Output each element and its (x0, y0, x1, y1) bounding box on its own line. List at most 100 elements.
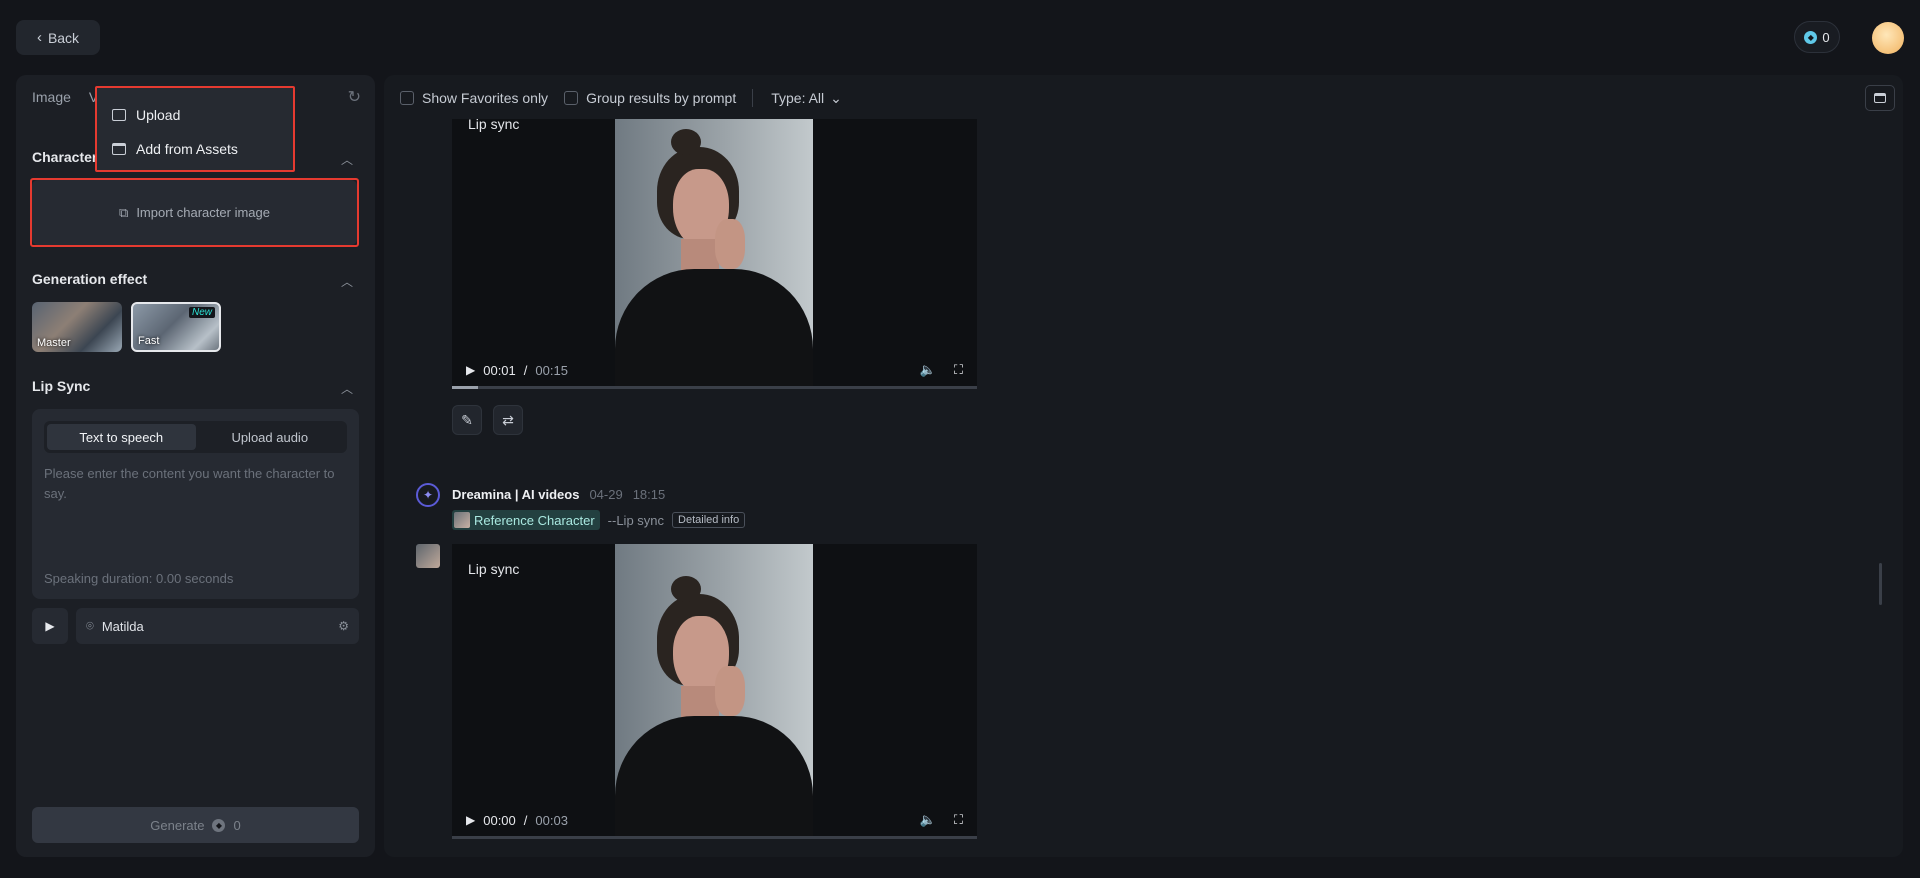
voice-icon: ⌾ (86, 618, 94, 633)
author-name: Dreamina | AI videos (452, 487, 580, 502)
left-panel: Image V ↻ Character ︿ ⧉ Import character… (16, 75, 375, 857)
speaking-duration: Speaking duration: 0.00 seconds (44, 571, 234, 586)
fullscreen-icon[interactable]: ⛶ (954, 812, 963, 828)
refresh-icon[interactable]: ↻ (348, 87, 361, 107)
time-separator: / (523, 812, 528, 828)
result-date: 04-29 (589, 487, 623, 502)
generate-button[interactable]: Generate ◆ 0 (32, 807, 359, 843)
speech-text-input[interactable]: Please enter the content you want the ch… (44, 464, 347, 504)
import-character-label: Import character image (136, 205, 270, 220)
effect-option-master[interactable]: Master (32, 302, 122, 352)
back-button[interactable]: ‹ Back (16, 20, 100, 55)
volume-icon[interactable]: 🔈 (920, 362, 936, 378)
lip-sync-title: Lip Sync (32, 378, 91, 394)
video-controls: ▶ 00:01 / 00:15 🔈 ⛶ (452, 351, 977, 389)
favorites-checkbox[interactable] (400, 91, 414, 105)
video-label: Lip sync (468, 561, 520, 577)
video-controls: ▶ 00:00 / 00:03 🔈 ⛶ (452, 801, 977, 839)
detailed-info-button[interactable]: Detailed info (672, 512, 746, 528)
credits-badge[interactable]: ◆ 0 (1794, 21, 1840, 53)
effect-label: Master (37, 337, 71, 349)
text-to-speech-tab[interactable]: Text to speech (47, 424, 196, 450)
lip-sync-mode-toggle: Text to speech Upload audio (44, 421, 347, 453)
group-filter[interactable]: Group results by prompt (564, 90, 736, 106)
settings-sliders-icon[interactable]: ⚙ (338, 619, 349, 633)
mode-tag: --Lip sync (607, 512, 665, 528)
type-filter-dropdown[interactable]: Type: All ⌄ (771, 90, 842, 107)
play-icon[interactable]: ▶ (466, 363, 475, 377)
scrollbar[interactable] (1879, 563, 1882, 605)
generation-effect-title: Generation effect (32, 271, 148, 287)
effect-label: Fast (138, 335, 160, 347)
prompt-line: Reference Character --Lip sync Detailed … (452, 510, 746, 530)
reference-thumbnail (454, 512, 470, 528)
reference-label: Reference Character (474, 512, 595, 528)
results-panel: Show Favorites only Group results by pro… (384, 75, 1903, 857)
filter-bar: Show Favorites only Group results by pro… (400, 89, 842, 107)
new-badge: New (188, 307, 215, 318)
avatar[interactable] (1872, 22, 1904, 54)
video-duration: 00:03 (535, 812, 568, 828)
image-add-icon: ⧉ (119, 204, 129, 220)
video-label: Lip sync (468, 119, 520, 132)
credit-coin-icon: ◆ (1804, 30, 1818, 44)
import-menu: Upload Add from Assets (95, 86, 295, 172)
repeat-icon: ⇄ (502, 411, 514, 428)
edit-button[interactable]: ✎ (452, 405, 482, 435)
input-thumbnail[interactable] (416, 544, 440, 568)
tab-image[interactable]: Image (32, 89, 71, 105)
menu-item-upload[interactable]: Upload (97, 98, 293, 132)
video-progress-bar[interactable] (452, 386, 977, 389)
play-icon[interactable]: ▶ (466, 813, 475, 827)
credit-coin-icon: ◆ (212, 818, 226, 832)
pencil-icon: ✎ (461, 411, 473, 428)
generate-label: Generate (150, 817, 205, 833)
current-time: 00:01 (483, 362, 516, 378)
chevron-left-icon: ‹ (36, 29, 42, 46)
menu-item-label: Add from Assets (136, 141, 238, 157)
video-player[interactable]: Lip sync ▶ 00:00 / 00:03 🔈 ⛶ (452, 544, 977, 839)
voice-preview-button[interactable]: ▶ (32, 608, 68, 644)
play-icon: ▶ (45, 619, 55, 633)
current-time: 00:00 (483, 812, 516, 828)
mode-tabs: Image V (32, 89, 98, 105)
group-label: Group results by prompt (586, 90, 737, 106)
back-label: Back (47, 29, 80, 46)
credits-count: 0 (1822, 29, 1830, 45)
fullscreen-icon[interactable]: ⛶ (954, 362, 963, 378)
group-checkbox[interactable] (564, 91, 579, 105)
chevron-down-icon: ⌄ (830, 89, 842, 106)
divider (752, 89, 754, 107)
video-frame (615, 119, 813, 389)
chevron-up-icon[interactable]: ︿ (341, 151, 353, 168)
folder-icon (1874, 93, 1886, 103)
favorites-label: Show Favorites only (422, 90, 549, 106)
effect-option-fast[interactable]: New Fast (131, 302, 221, 352)
favorites-filter[interactable]: Show Favorites only (400, 90, 548, 106)
chevron-up-icon[interactable]: ︿ (341, 380, 353, 397)
voice-name: Matilda (101, 618, 144, 634)
folder-button[interactable] (1865, 85, 1895, 111)
generate-cost: 0 (233, 817, 241, 833)
reference-character-chip[interactable]: Reference Character (452, 510, 600, 530)
import-character-button[interactable]: ⧉ Import character image (32, 180, 357, 245)
result-time: 18:15 (632, 487, 666, 502)
voice-selector[interactable]: ⌾ Matilda ⚙ (76, 608, 359, 644)
video-player[interactable]: Lip sync ▶ 00:01 / 00:15 🔈 ⛶ (452, 119, 977, 389)
type-label: Type: All (771, 90, 825, 106)
chevron-up-icon[interactable]: ︿ (341, 273, 353, 290)
lip-sync-box: Text to speech Upload audio Please enter… (32, 409, 359, 599)
result-meta: Dreamina | AI videos 04-29 18:15 (452, 487, 665, 502)
character-section-title: Character (32, 149, 98, 165)
video-frame (615, 544, 813, 839)
video-duration: 00:15 (535, 362, 568, 378)
menu-item-label: Upload (136, 107, 181, 123)
menu-item-add-from-assets[interactable]: Add from Assets (97, 132, 293, 166)
volume-icon[interactable]: 🔈 (920, 812, 936, 828)
regenerate-button[interactable]: ⇄ (493, 405, 523, 435)
time-separator: / (523, 362, 528, 378)
monitor-icon (112, 109, 126, 121)
dreamina-logo-icon: ✦ (416, 483, 440, 507)
video-progress-bar[interactable] (452, 836, 977, 839)
upload-audio-tab[interactable]: Upload audio (196, 424, 345, 450)
